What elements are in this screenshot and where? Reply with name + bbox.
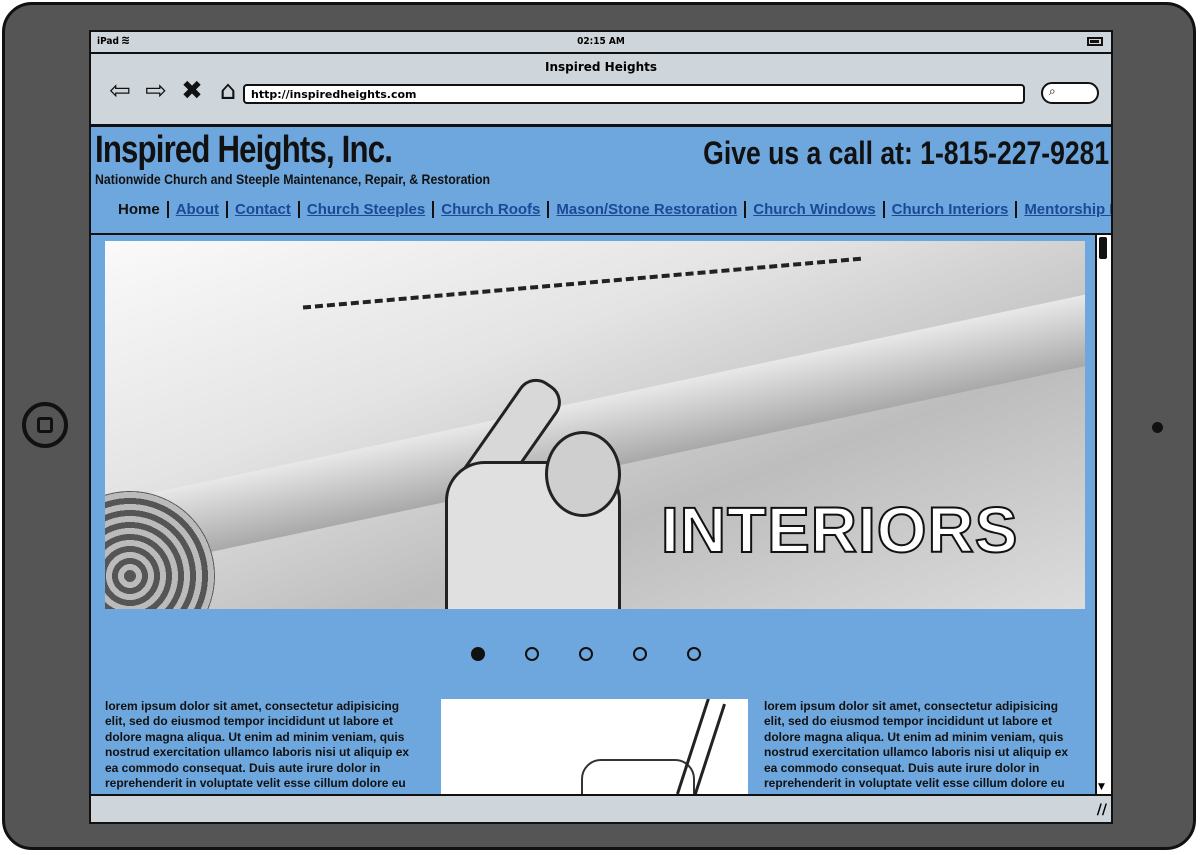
nav-mason-stone[interactable]: Mason/Stone Restoration — [547, 201, 744, 218]
url-input[interactable]: http://inspiredheights.com — [243, 84, 1025, 104]
browser-footer: // — [91, 794, 1111, 822]
steeple-image — [441, 699, 748, 794]
browser-title: Inspired Heights — [545, 60, 657, 74]
nav-church-roofs[interactable]: Church Roofs — [432, 201, 547, 218]
slider-dot-4[interactable] — [633, 647, 647, 661]
back-icon[interactable]: ⇦ — [105, 76, 135, 106]
slider-dots — [471, 647, 701, 661]
clock: 02:15 AM — [577, 36, 625, 47]
home-icon[interactable]: ⌂ — [213, 76, 243, 106]
slider-dot-1[interactable] — [471, 647, 485, 661]
resize-grip-icon[interactable]: // — [1097, 802, 1107, 818]
forward-icon[interactable]: ⇨ — [141, 76, 171, 106]
hero-slider-image[interactable]: INTERIORS — [105, 241, 1085, 609]
site-logo[interactable]: Inspired Heights, Inc. — [95, 129, 393, 172]
phone-callout: Give us a call at: 1-815-227-9281 — [702, 135, 1109, 171]
stop-icon[interactable]: ✖ — [177, 76, 207, 106]
page-content: INTERIORS lorem ipsum dolor sit amet, co… — [91, 235, 1095, 794]
ladder-rail — [676, 699, 726, 794]
nav-church-interiors[interactable]: Church Interiors — [882, 201, 1016, 218]
nav-church-windows[interactable]: Church Windows — [744, 201, 882, 218]
camera-icon — [1152, 422, 1163, 433]
screen: iPad ≋ 02:15 AM Inspired Heights ⇦ ⇨ ✖ ⌂… — [89, 30, 1113, 824]
scrollbar-thumb[interactable] — [1099, 237, 1107, 259]
status-bar: iPad ≋ 02:15 AM — [91, 32, 1111, 54]
scroll-down-icon[interactable]: ▼ — [1098, 783, 1105, 792]
worker-figure — [405, 371, 655, 609]
search-input[interactable]: ⌕ — [1041, 82, 1099, 104]
site-header: Inspired Heights, Inc. Nationwide Church… — [91, 127, 1111, 235]
slider-dot-5[interactable] — [687, 647, 701, 661]
battery-icon — [1087, 37, 1103, 46]
worker-head — [545, 431, 621, 517]
right-text-column: lorem ipsum dolor sit amet, consectetur … — [764, 699, 1069, 791]
nav-contact[interactable]: Contact — [226, 201, 298, 218]
nav-home[interactable]: Home — [111, 201, 167, 218]
magnifier-icon: ⌕ — [1049, 84, 1056, 98]
hero-caption: INTERIORS — [660, 493, 1019, 567]
nav-mentorship[interactable]: Mentorship Program — [1015, 201, 1111, 218]
browser-nav-buttons: ⇦ ⇨ ✖ ⌂ — [105, 76, 243, 106]
nav-church-steeples[interactable]: Church Steeples — [297, 201, 432, 218]
vertical-scrollbar[interactable]: ▼ — [1095, 235, 1111, 794]
slider-dot-3[interactable] — [579, 647, 593, 661]
slider-dot-2[interactable] — [525, 647, 539, 661]
device-home-button[interactable] — [22, 402, 68, 448]
left-text-column: lorem ipsum dolor sit amet, consectetur … — [105, 699, 410, 791]
home-square-icon — [37, 417, 53, 433]
main-nav: Home About Contact Church Steeples Churc… — [111, 201, 1111, 218]
site-tagline: Nationwide Church and Steeple Maintenanc… — [95, 171, 491, 187]
nav-about[interactable]: About — [166, 201, 226, 218]
browser-toolbar: Inspired Heights ⇦ ⇨ ✖ ⌂ http://inspired… — [91, 54, 1111, 127]
